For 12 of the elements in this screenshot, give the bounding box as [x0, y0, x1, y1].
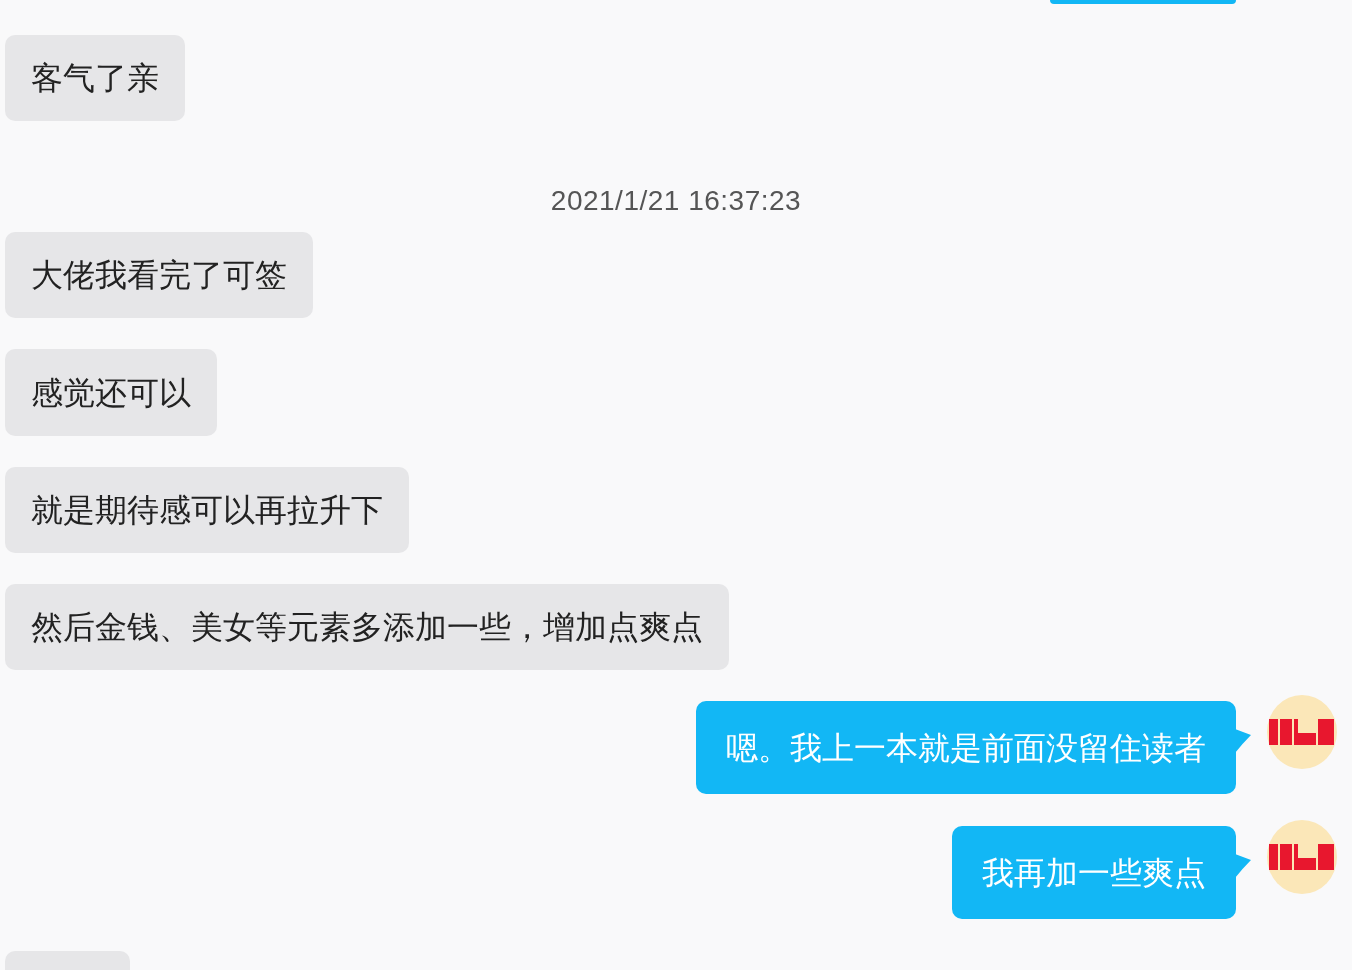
message-bubble: 大佬我看完了可签	[5, 232, 313, 319]
message-bubble: 然后金钱、美女等元素多添加一些，增加点爽点	[5, 584, 729, 671]
timestamp: 2021/1/21 16:37:23	[550, 186, 802, 217]
message-bubble: 嗯。我上一本就是前面没留住读者	[696, 701, 1236, 795]
message-bubble: 就是期待感可以再拉升下	[5, 466, 409, 554]
message-bubble: 感觉还可以	[5, 349, 217, 436]
message-bubble: 客气了亲	[5, 34, 185, 122]
avatar-logo-icon	[1266, 695, 1338, 770]
bubble-tail-icon	[1235, 854, 1251, 879]
avatar-logo-icon	[1266, 820, 1338, 895]
message-bubble: 我再加一些爽点	[952, 826, 1236, 920]
bubble-tail-icon	[1235, 729, 1251, 754]
